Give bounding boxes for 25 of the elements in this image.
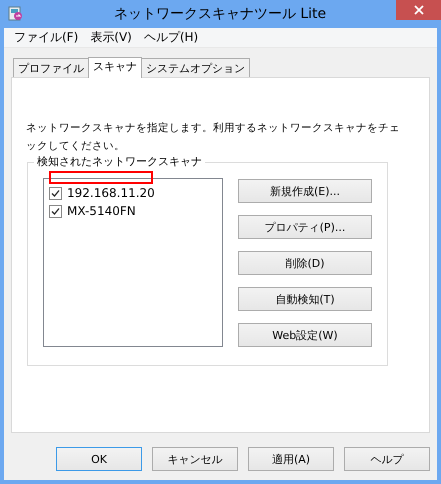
dialog-button[interactable]: キャンセル <box>152 447 238 471</box>
dialog-button[interactable]: 適用(A) <box>248 447 334 471</box>
tab[interactable]: スキャナ <box>88 57 142 78</box>
menu-item[interactable]: ヘルプ(H) <box>138 29 204 46</box>
close-icon <box>414 5 424 15</box>
action-button[interactable]: プロパティ(P)... <box>238 215 372 239</box>
action-button[interactable]: 新規作成(E)... <box>238 179 372 203</box>
scanner-name[interactable]: MX-5140FN <box>67 204 136 218</box>
dialog-button[interactable]: OK <box>56 447 142 471</box>
tab[interactable]: プロファイル <box>13 58 89 77</box>
checkbox[interactable] <box>49 204 62 218</box>
close-button[interactable] <box>396 0 441 20</box>
app-icon <box>8 6 24 22</box>
group-title: 検知されたネットワークスキャナ <box>34 154 205 169</box>
action-button[interactable]: 削除(D) <box>238 251 372 275</box>
action-button[interactable]: Web設定(W) <box>238 323 372 347</box>
menu-item[interactable]: ファイル(F) <box>8 29 84 46</box>
action-button[interactable]: 自動検知(T) <box>238 287 372 311</box>
scanner-name[interactable]: 192.168.11.20 <box>67 186 155 200</box>
dialog-button[interactable]: ヘルプ <box>344 447 430 471</box>
description-text: ネットワークスキャナを指定します。利用するネットワークスキャナをチェックしてください。 <box>26 121 401 154</box>
tab[interactable]: システムオプション <box>141 58 250 77</box>
menu-item[interactable]: 表示(V) <box>84 29 138 46</box>
checkbox[interactable] <box>49 186 62 200</box>
window-title: ネットワークスキャナツール Lite <box>112 5 328 23</box>
